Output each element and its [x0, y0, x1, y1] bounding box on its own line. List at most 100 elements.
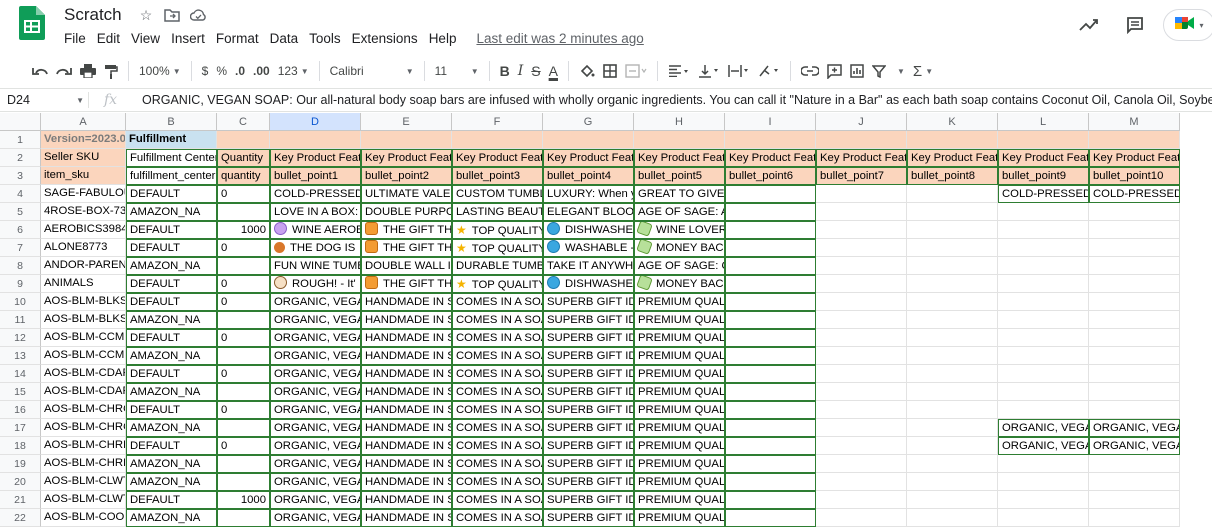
- menu-insert[interactable]: Insert: [171, 31, 205, 46]
- column-header-d[interactable]: D: [270, 113, 361, 131]
- cell-g6[interactable]: DISHWASHER: [543, 221, 634, 239]
- cell-i4[interactable]: [725, 185, 816, 203]
- cell-e18[interactable]: HANDMADE IN S: [361, 437, 452, 455]
- print-icon[interactable]: [76, 58, 100, 84]
- cell-m15[interactable]: [1089, 383, 1180, 401]
- cell-f21[interactable]: COMES IN A SOAP: [452, 491, 543, 509]
- cell-c7[interactable]: 0: [217, 239, 270, 257]
- cell-e14[interactable]: HANDMADE IN S: [361, 365, 452, 383]
- cell-j20[interactable]: [816, 473, 907, 491]
- cell-f8[interactable]: DURABLE TUMBLER: [452, 257, 543, 275]
- cell-j4[interactable]: [816, 185, 907, 203]
- column-header-c[interactable]: C: [217, 113, 270, 131]
- cell-i14[interactable]: [725, 365, 816, 383]
- row-header[interactable]: 19: [0, 455, 41, 473]
- cell-d11[interactable]: ORGANIC, VEGAN: [270, 311, 361, 329]
- cell-b17[interactable]: AMAZON_NA: [126, 419, 217, 437]
- cell-d9[interactable]: ROUGH! - It': [270, 275, 361, 293]
- cell-h21[interactable]: PREMIUM QUALITY: [634, 491, 725, 509]
- cell-k15[interactable]: [907, 383, 998, 401]
- cell-b13[interactable]: AMAZON_NA: [126, 347, 217, 365]
- cell-d8[interactable]: FUN WINE TUMBLER: [270, 257, 361, 275]
- cell-d1[interactable]: [270, 131, 361, 149]
- cell-j10[interactable]: [816, 293, 907, 311]
- cell-f22[interactable]: COMES IN A SOAP: [452, 509, 543, 527]
- cell-i12[interactable]: [725, 329, 816, 347]
- spreadsheet-grid[interactable]: A B C D E F G H I J K L M 1 Version=2023.0 Fulfillment 2…: [0, 113, 1212, 527]
- cell-b16[interactable]: DEFAULT: [126, 401, 217, 419]
- cell-j15[interactable]: [816, 383, 907, 401]
- cell-l2[interactable]: Key Product Features: [998, 149, 1089, 167]
- cell-h8[interactable]: AGE OF SAGE: O: [634, 257, 725, 275]
- menu-edit[interactable]: Edit: [97, 31, 120, 46]
- cell-m8[interactable]: [1089, 257, 1180, 275]
- cell-k19[interactable]: [907, 455, 998, 473]
- cell-c9[interactable]: 0: [217, 275, 270, 293]
- cell-c22[interactable]: [217, 509, 270, 527]
- column-header-l[interactable]: L: [998, 113, 1089, 131]
- cell-g21[interactable]: SUPERB GIFT IDEA: [543, 491, 634, 509]
- cell-i20[interactable]: [725, 473, 816, 491]
- cell-m13[interactable]: [1089, 347, 1180, 365]
- cell-e13[interactable]: HANDMADE IN S: [361, 347, 452, 365]
- cell-h11[interactable]: PREMIUM QUALITY: [634, 311, 725, 329]
- column-header-a[interactable]: A: [41, 113, 126, 131]
- menu-format[interactable]: Format: [216, 31, 259, 46]
- row-header[interactable]: 11: [0, 311, 41, 329]
- cell-f13[interactable]: COMES IN A SOAP: [452, 347, 543, 365]
- cell-f6[interactable]: ★ TOP QUALITY: [452, 221, 543, 239]
- cell-c3[interactable]: quantity: [217, 167, 270, 185]
- cell-h13[interactable]: PREMIUM QUALITY: [634, 347, 725, 365]
- column-header-h[interactable]: H: [634, 113, 725, 131]
- cell-b21[interactable]: DEFAULT: [126, 491, 217, 509]
- cell-c11[interactable]: [217, 311, 270, 329]
- functions-button[interactable]: Σ ▼: [909, 58, 937, 84]
- cell-k14[interactable]: [907, 365, 998, 383]
- cell-h1[interactable]: [634, 131, 725, 149]
- select-all-corner[interactable]: [0, 113, 41, 131]
- menu-help[interactable]: Help: [429, 31, 457, 46]
- cell-f11[interactable]: COMES IN A SOAP: [452, 311, 543, 329]
- cell-l8[interactable]: [998, 257, 1089, 275]
- currency-format-button[interactable]: $: [198, 58, 213, 84]
- cell-g2[interactable]: Key Product Features: [543, 149, 634, 167]
- font-size-select[interactable]: 11 ▼: [431, 58, 483, 84]
- cell-a17[interactable]: AOS-BLM-CHRO: [41, 419, 126, 437]
- cell-c5[interactable]: [217, 203, 270, 221]
- cell-e4[interactable]: ULTIMATE VALENTINE: [361, 185, 452, 203]
- cell-a1[interactable]: Version=2023.0: [41, 131, 126, 149]
- cloud-status-icon[interactable]: [189, 6, 207, 24]
- cell-k8[interactable]: [907, 257, 998, 275]
- cell-j21[interactable]: [816, 491, 907, 509]
- cell-d3[interactable]: bullet_point1: [270, 167, 361, 185]
- cell-g4[interactable]: LUXURY: When y: [543, 185, 634, 203]
- cell-b14[interactable]: DEFAULT: [126, 365, 217, 383]
- cell-i11[interactable]: [725, 311, 816, 329]
- cell-g16[interactable]: SUPERB GIFT IDEA: [543, 401, 634, 419]
- cell-d7[interactable]: THE DOG IS: [270, 239, 361, 257]
- row-header[interactable]: 1: [0, 131, 41, 149]
- cell-m20[interactable]: [1089, 473, 1180, 491]
- cell-k20[interactable]: [907, 473, 998, 491]
- cell-h9[interactable]: MONEY BACK: [634, 275, 725, 293]
- cell-m18[interactable]: ORGANIC, VEGAN: [1089, 437, 1180, 455]
- cell-m17[interactable]: ORGANIC, VEGAN: [1089, 419, 1180, 437]
- cell-c20[interactable]: [217, 473, 270, 491]
- cell-i6[interactable]: [725, 221, 816, 239]
- insert-chart-icon[interactable]: [846, 58, 868, 84]
- cell-i19[interactable]: [725, 455, 816, 473]
- cell-a7[interactable]: ALONE8773: [41, 239, 126, 257]
- cell-j9[interactable]: [816, 275, 907, 293]
- cell-e11[interactable]: HANDMADE IN S: [361, 311, 452, 329]
- cell-d22[interactable]: ORGANIC, VEGAN: [270, 509, 361, 527]
- meet-button[interactable]: ▾: [1163, 9, 1212, 41]
- cell-l20[interactable]: [998, 473, 1089, 491]
- cell-a11[interactable]: AOS-BLM-BLKS: [41, 311, 126, 329]
- cell-j16[interactable]: [816, 401, 907, 419]
- cell-j17[interactable]: [816, 419, 907, 437]
- cell-e5[interactable]: DOUBLE PURPOSE: [361, 203, 452, 221]
- cell-c13[interactable]: [217, 347, 270, 365]
- cell-d18[interactable]: ORGANIC, VEGAN: [270, 437, 361, 455]
- cell-d10[interactable]: ORGANIC, VEGAN: [270, 293, 361, 311]
- cell-h14[interactable]: PREMIUM QUALITY: [634, 365, 725, 383]
